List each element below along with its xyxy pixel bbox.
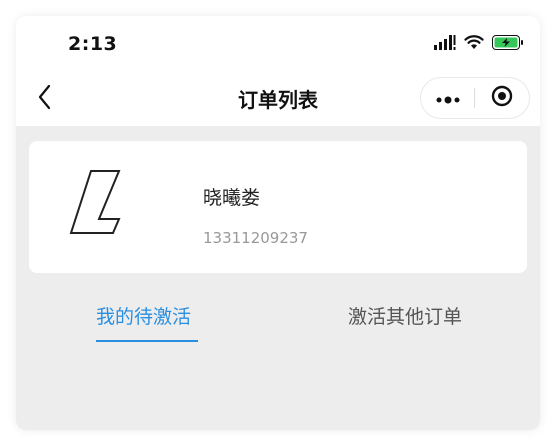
more-icon — [435, 89, 461, 108]
wifi-icon — [464, 35, 484, 50]
status-bar: 2:13 — [16, 16, 540, 72]
brand-logo — [67, 167, 127, 235]
user-phone: 13311209237 — [203, 229, 308, 247]
user-card: 晓曦娄 13311209237 — [29, 141, 527, 273]
status-time: 2:13 — [68, 33, 118, 55]
order-tabs: 我的待激活 激活其他订单 — [16, 294, 540, 344]
status-icons — [434, 35, 524, 50]
battery-charging-icon — [492, 35, 524, 50]
tab-activate-other-orders[interactable]: 激活其他订单 — [348, 302, 462, 329]
user-name: 晓曦娄 — [203, 187, 261, 209]
app-screen: 2:13 订单列表 晓曦娄 13311209237 我的待激活 激活其他订单 — [16, 16, 540, 430]
close-target-icon — [491, 85, 513, 111]
more-button[interactable] — [421, 78, 474, 118]
active-tab-indicator — [96, 340, 198, 342]
tab-my-pending-activation[interactable]: 我的待激活 — [96, 302, 191, 329]
navigation-bar: 订单列表 — [16, 72, 540, 126]
signal-icon — [434, 35, 456, 50]
mini-program-capsule — [420, 77, 530, 119]
close-button[interactable] — [475, 78, 528, 118]
